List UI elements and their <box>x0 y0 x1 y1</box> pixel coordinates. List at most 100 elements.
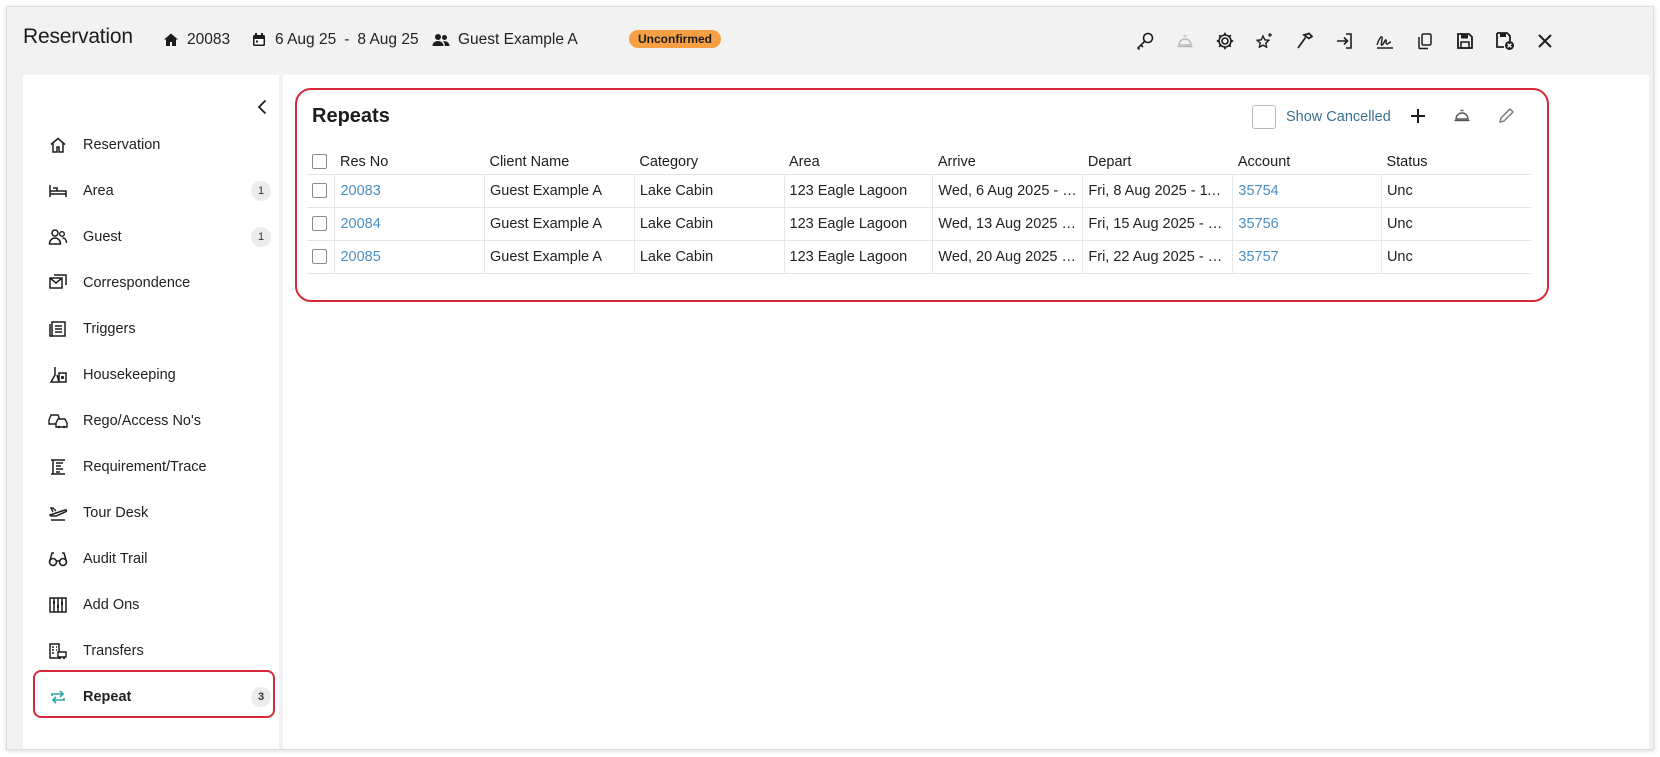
column-header[interactable]: Arrive <box>932 150 1083 175</box>
guest-info: Guest Example A <box>432 31 578 49</box>
arrive-cell: Wed, 13 Aug 2025 - ... <box>932 207 1084 241</box>
sidebar-item-transfers[interactable]: Transfers <box>23 628 279 674</box>
close-button[interactable] <box>1525 29 1565 53</box>
arrive-cell: Wed, 20 Aug 2025 - ... <box>932 240 1084 274</box>
edit-button[interactable] <box>1484 103 1528 129</box>
save-close-button[interactable] <box>1485 29 1525 53</box>
sidebar: Reservation Area 1 Guest 1 Correspondenc… <box>23 75 279 749</box>
copy-button[interactable] <box>1405 29 1445 53</box>
sidebar-item-label: Guest <box>83 229 122 245</box>
column-header[interactable]: Depart <box>1082 150 1233 175</box>
bed-icon <box>47 180 69 202</box>
category-cell: Lake Cabin <box>634 174 785 208</box>
account-link[interactable]: 35757 <box>1238 249 1278 265</box>
add-repeat-button[interactable] <box>1396 103 1440 129</box>
sidebar-item-tour-desk[interactable]: Tour Desk <box>23 490 279 536</box>
bell-button[interactable] <box>1440 103 1484 129</box>
res-no-link[interactable]: 20083 <box>340 183 380 199</box>
sidebar-item-label: Repeat <box>83 689 132 705</box>
column-header[interactable]: Client Name <box>484 150 635 175</box>
sidebar-item-label: Rego/Access No's <box>83 413 202 429</box>
sidebar-item-repeat[interactable]: Repeat 3 <box>23 674 279 720</box>
sparkle-button[interactable] <box>1245 29 1285 53</box>
sidebar-item-reservation[interactable]: Reservation <box>23 122 279 168</box>
sidebar-item-guest[interactable]: Guest 1 <box>23 214 279 260</box>
account-link[interactable]: 35754 <box>1238 183 1278 199</box>
sidebar-item-rego-access[interactable]: Rego/Access No's <box>23 398 279 444</box>
settings-button[interactable] <box>1205 29 1245 53</box>
client-name-cell: Guest Example A <box>484 174 635 208</box>
list-icon <box>47 318 69 340</box>
client-name-cell: Guest Example A <box>484 207 635 241</box>
bell-icon <box>1454 109 1470 122</box>
home-icon <box>164 33 178 46</box>
panel-actions <box>1396 103 1528 129</box>
gear-icon <box>1216 32 1234 50</box>
show-cancelled-toggle[interactable]: Show Cancelled <box>1252 105 1391 129</box>
table-row[interactable]: 20083 Guest Example A Lake Cabin 123 Eag… <box>307 174 1531 208</box>
show-cancelled-checkbox[interactable] <box>1252 105 1276 129</box>
depart-cell: Fri, 15 Aug 2025 - 11:... <box>1082 207 1234 241</box>
sidebar-item-triggers[interactable]: Triggers <box>23 306 279 352</box>
row-checkbox[interactable] <box>312 216 327 232</box>
res-no-link[interactable]: 20084 <box>340 216 380 232</box>
res-no-link[interactable]: 20085 <box>340 249 380 265</box>
row-checkbox[interactable] <box>312 249 327 265</box>
row-select-cell <box>307 207 336 241</box>
sidebar-item-audit-trail[interactable]: Audit Trail <box>23 536 279 582</box>
repeats-table: Res No Client Name Category Area Arrive … <box>307 150 1531 274</box>
sidebar-item-add-ons[interactable]: Add Ons <box>23 582 279 628</box>
collapse-sidebar-button[interactable] <box>253 97 273 117</box>
save-close-icon <box>1496 32 1514 50</box>
row-select-cell <box>307 240 336 274</box>
depart-cell: Fri, 8 Aug 2025 - 11:0... <box>1082 174 1234 208</box>
key-button[interactable] <box>1125 29 1165 53</box>
sidebar-item-label: Tour Desk <box>83 505 149 521</box>
select-all-checkbox[interactable] <box>312 154 327 170</box>
date-from: 6 Aug 25 <box>275 31 337 48</box>
bell-icon <box>1177 35 1193 48</box>
car-icon <box>47 410 69 432</box>
guest-name: Guest Example A <box>458 31 578 48</box>
count-badge: 3 <box>251 687 271 707</box>
column-header[interactable]: Res No <box>334 150 485 175</box>
status-badge: Unconfirmed <box>629 30 722 48</box>
res-no-value: 20083 <box>187 31 231 48</box>
bell-button[interactable] <box>1165 29 1205 53</box>
account-cell: 35757 <box>1232 240 1382 274</box>
res-no-info: 20083 <box>163 31 230 49</box>
column-header[interactable]: Status <box>1381 150 1531 175</box>
sidebar-item-area[interactable]: Area 1 <box>23 168 279 214</box>
sidebar-item-housekeeping[interactable]: Housekeeping <box>23 352 279 398</box>
row-checkbox[interactable] <box>312 183 327 199</box>
sparkle-star-icon <box>1255 33 1272 49</box>
count-badge: 1 <box>251 227 271 247</box>
account-cell: 35756 <box>1232 207 1382 241</box>
table-row[interactable]: 20084 Guest Example A Lake Cabin 123 Eag… <box>307 207 1531 241</box>
check-in-button[interactable] <box>1325 29 1365 53</box>
sidebar-item-correspondence[interactable]: Correspondence <box>23 260 279 306</box>
signature-button[interactable] <box>1365 29 1405 53</box>
sidebar-nav: Reservation Area 1 Guest 1 Correspondenc… <box>23 122 279 720</box>
column-header[interactable]: Category <box>634 150 784 175</box>
column-header[interactable]: Account <box>1232 150 1382 175</box>
sidebar-item-label: Correspondence <box>83 275 191 291</box>
category-cell: Lake Cabin <box>634 207 785 241</box>
close-icon <box>1538 34 1552 48</box>
status-cell: Unc <box>1381 207 1531 241</box>
sidebar-item-requirement-trace[interactable]: Requirement/Trace <box>23 444 279 490</box>
table-row[interactable]: 20085 Guest Example A Lake Cabin 123 Eag… <box>307 240 1531 274</box>
save-button[interactable] <box>1445 29 1485 53</box>
table-header-row: Res No Client Name Category Area Arrive … <box>307 150 1531 175</box>
sign-in-icon <box>1337 33 1352 49</box>
date-range-info: 6 Aug 25 - 8 Aug 25 <box>251 31 419 49</box>
column-header[interactable]: Area <box>784 150 933 175</box>
main-content: Repeats Show Cancelled Res No Client Nam… <box>283 75 1649 749</box>
tools-button[interactable] <box>1285 29 1325 53</box>
account-link[interactable]: 35756 <box>1238 216 1278 232</box>
key-icon <box>1136 32 1154 51</box>
sidebar-item-label: Reservation <box>83 137 161 153</box>
header-bar: Reservation 20083 6 Aug 25 - 8 Aug 25 Gu… <box>7 7 1653 69</box>
mail-icon <box>47 272 69 294</box>
page-title: Reservation <box>23 25 133 48</box>
